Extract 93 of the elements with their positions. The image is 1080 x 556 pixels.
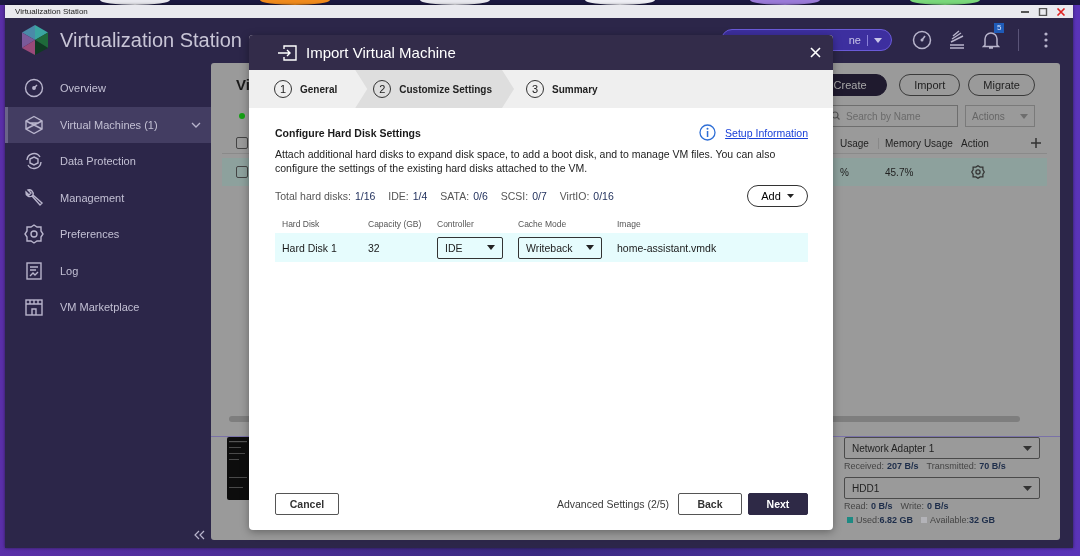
column-header[interactable]: Usage: [840, 137, 879, 149]
chart-document-icon: [24, 260, 44, 281]
sidebar-item[interactable]: Data Protection: [5, 143, 211, 180]
add-button[interactable]: Add: [747, 185, 808, 207]
stat-value: 207 B/s: [887, 461, 919, 471]
stat-label: Read:: [844, 501, 869, 511]
notification-badge: 5: [994, 23, 1005, 33]
logo-icon: [20, 24, 50, 56]
search-icon: [831, 111, 840, 120]
cube-icon: [24, 114, 44, 135]
column-header: Capacity (GB): [368, 218, 423, 229]
sidebar-item[interactable]: Management: [5, 179, 211, 216]
gauge-icon[interactable]: [912, 30, 932, 50]
wrench-icon: [24, 187, 44, 208]
checkbox[interactable]: [236, 166, 248, 178]
caret-icon: [586, 245, 594, 250]
gear-icon: [24, 224, 44, 245]
network-dropdown[interactable]: Network Adapter 1: [844, 437, 1040, 459]
wizard-step: 2 Customize Settings: [355, 70, 515, 108]
store-icon: [24, 297, 44, 318]
sidebar-item[interactable]: Log: [5, 252, 211, 289]
count-value: 1/16: [354, 190, 376, 202]
legend-label: Used:: [856, 515, 880, 525]
back-button[interactable]: Back: [678, 493, 742, 515]
column-header: Cache Mode: [518, 218, 568, 229]
count-label: IDE:: [388, 190, 409, 202]
checkbox[interactable]: [236, 137, 248, 149]
count-value: 1/4: [412, 190, 428, 202]
import-icon: [277, 44, 297, 61]
caret-icon: [487, 245, 495, 250]
more-icon[interactable]: [1044, 32, 1048, 48]
sidebar-item[interactable]: Preferences: [5, 216, 211, 253]
count-value: 0/16: [593, 190, 614, 202]
description-text: Attach additional hard disks to expand disk space, to add a boot disk, and to manage VM files. You can also configure the settings of the existing hard disks attached to the VM.: [275, 147, 777, 175]
stat-value: 0 B/s: [926, 501, 949, 511]
legend-label: Available:: [930, 515, 969, 525]
count-label: Total hard disks:: [275, 190, 351, 202]
legend-value: 6.82 GB: [879, 515, 914, 525]
stat-label: Write:: [900, 501, 924, 511]
app-title: Virtualization Station: [60, 28, 242, 52]
next-button[interactable]: Next: [748, 493, 808, 515]
sidebar-item[interactable]: Overview: [5, 70, 211, 107]
stat-label: Received:: [844, 461, 885, 471]
column-header: Controller: [437, 218, 475, 229]
wizard-step: 1 General: [262, 70, 356, 108]
maximize-icon[interactable]: [1038, 7, 1048, 16]
cache-mode-dropdown[interactable]: Writeback: [518, 236, 602, 259]
caret-icon: [1020, 113, 1028, 119]
page-title: Vi: [236, 76, 250, 93]
column-header: Hard Disk: [282, 218, 321, 229]
column-header[interactable]: Action: [961, 137, 1031, 149]
sidebar-item[interactable]: VM Marketplace: [5, 289, 211, 326]
table-cell-text: home-assistant.vmdk: [617, 241, 718, 254]
dialog-title: Import Virtual Machine: [306, 44, 456, 61]
count-value: 0/7: [532, 190, 547, 202]
caret-icon: [786, 194, 794, 198]
count-label: SCSI:: [500, 190, 529, 202]
stack-icon[interactable]: [948, 30, 966, 50]
wizard-step: 3 Summary: [514, 70, 616, 108]
caret-icon: [1023, 445, 1032, 451]
table-cell-text: 32: [368, 241, 381, 254]
add-column-icon[interactable]: [1031, 138, 1041, 148]
setup-information-link[interactable]: Setup Information: [725, 126, 808, 139]
column-header[interactable]: Memory Usage: [885, 137, 961, 149]
status-dot: [239, 113, 245, 119]
stat-value: 70 B/s: [979, 461, 1006, 471]
table-cell-text: 45.7%: [885, 166, 915, 178]
column-header: Image: [617, 218, 642, 229]
stat-value: 0 B/s: [871, 501, 893, 511]
table-row[interactable]: Hard Disk 1 32 IDE Writeback home-assistant.vmdk: [275, 233, 808, 262]
count-label: VirtIO:: [559, 190, 590, 202]
stat-label: Transmitted:: [926, 461, 977, 471]
advanced-settings-label: Advanced Settings (2/5): [556, 498, 669, 510]
window-title: Virtualization Station: [15, 7, 88, 16]
controller-dropdown[interactable]: IDE: [437, 236, 503, 259]
sync-icon: [24, 151, 44, 172]
gauge-icon: [24, 78, 44, 99]
toolbar-button[interactable]: Migrate: [968, 73, 1035, 96]
disk-dropdown[interactable]: HDD1: [844, 477, 1040, 499]
count-value: 0/6: [473, 190, 488, 202]
table-cell-text: Hard Disk 1: [282, 241, 338, 254]
sidebar-item[interactable]: Virtual Machines (1): [5, 106, 211, 143]
table-cell-text: %: [840, 166, 850, 178]
toolbar-button[interactable]: Import: [899, 73, 961, 96]
cancel-button[interactable]: Cancel: [275, 493, 339, 515]
caret-icon: [1023, 485, 1032, 491]
count-label: SATA:: [440, 190, 470, 202]
collapse-icon[interactable]: [193, 530, 205, 540]
settings-icon[interactable]: [971, 165, 985, 179]
caret-icon: [874, 37, 882, 43]
info-icon: [699, 124, 717, 141]
bell-icon[interactable]: [982, 30, 1000, 50]
section-title: Configure Hard Disk Settings: [275, 126, 421, 139]
